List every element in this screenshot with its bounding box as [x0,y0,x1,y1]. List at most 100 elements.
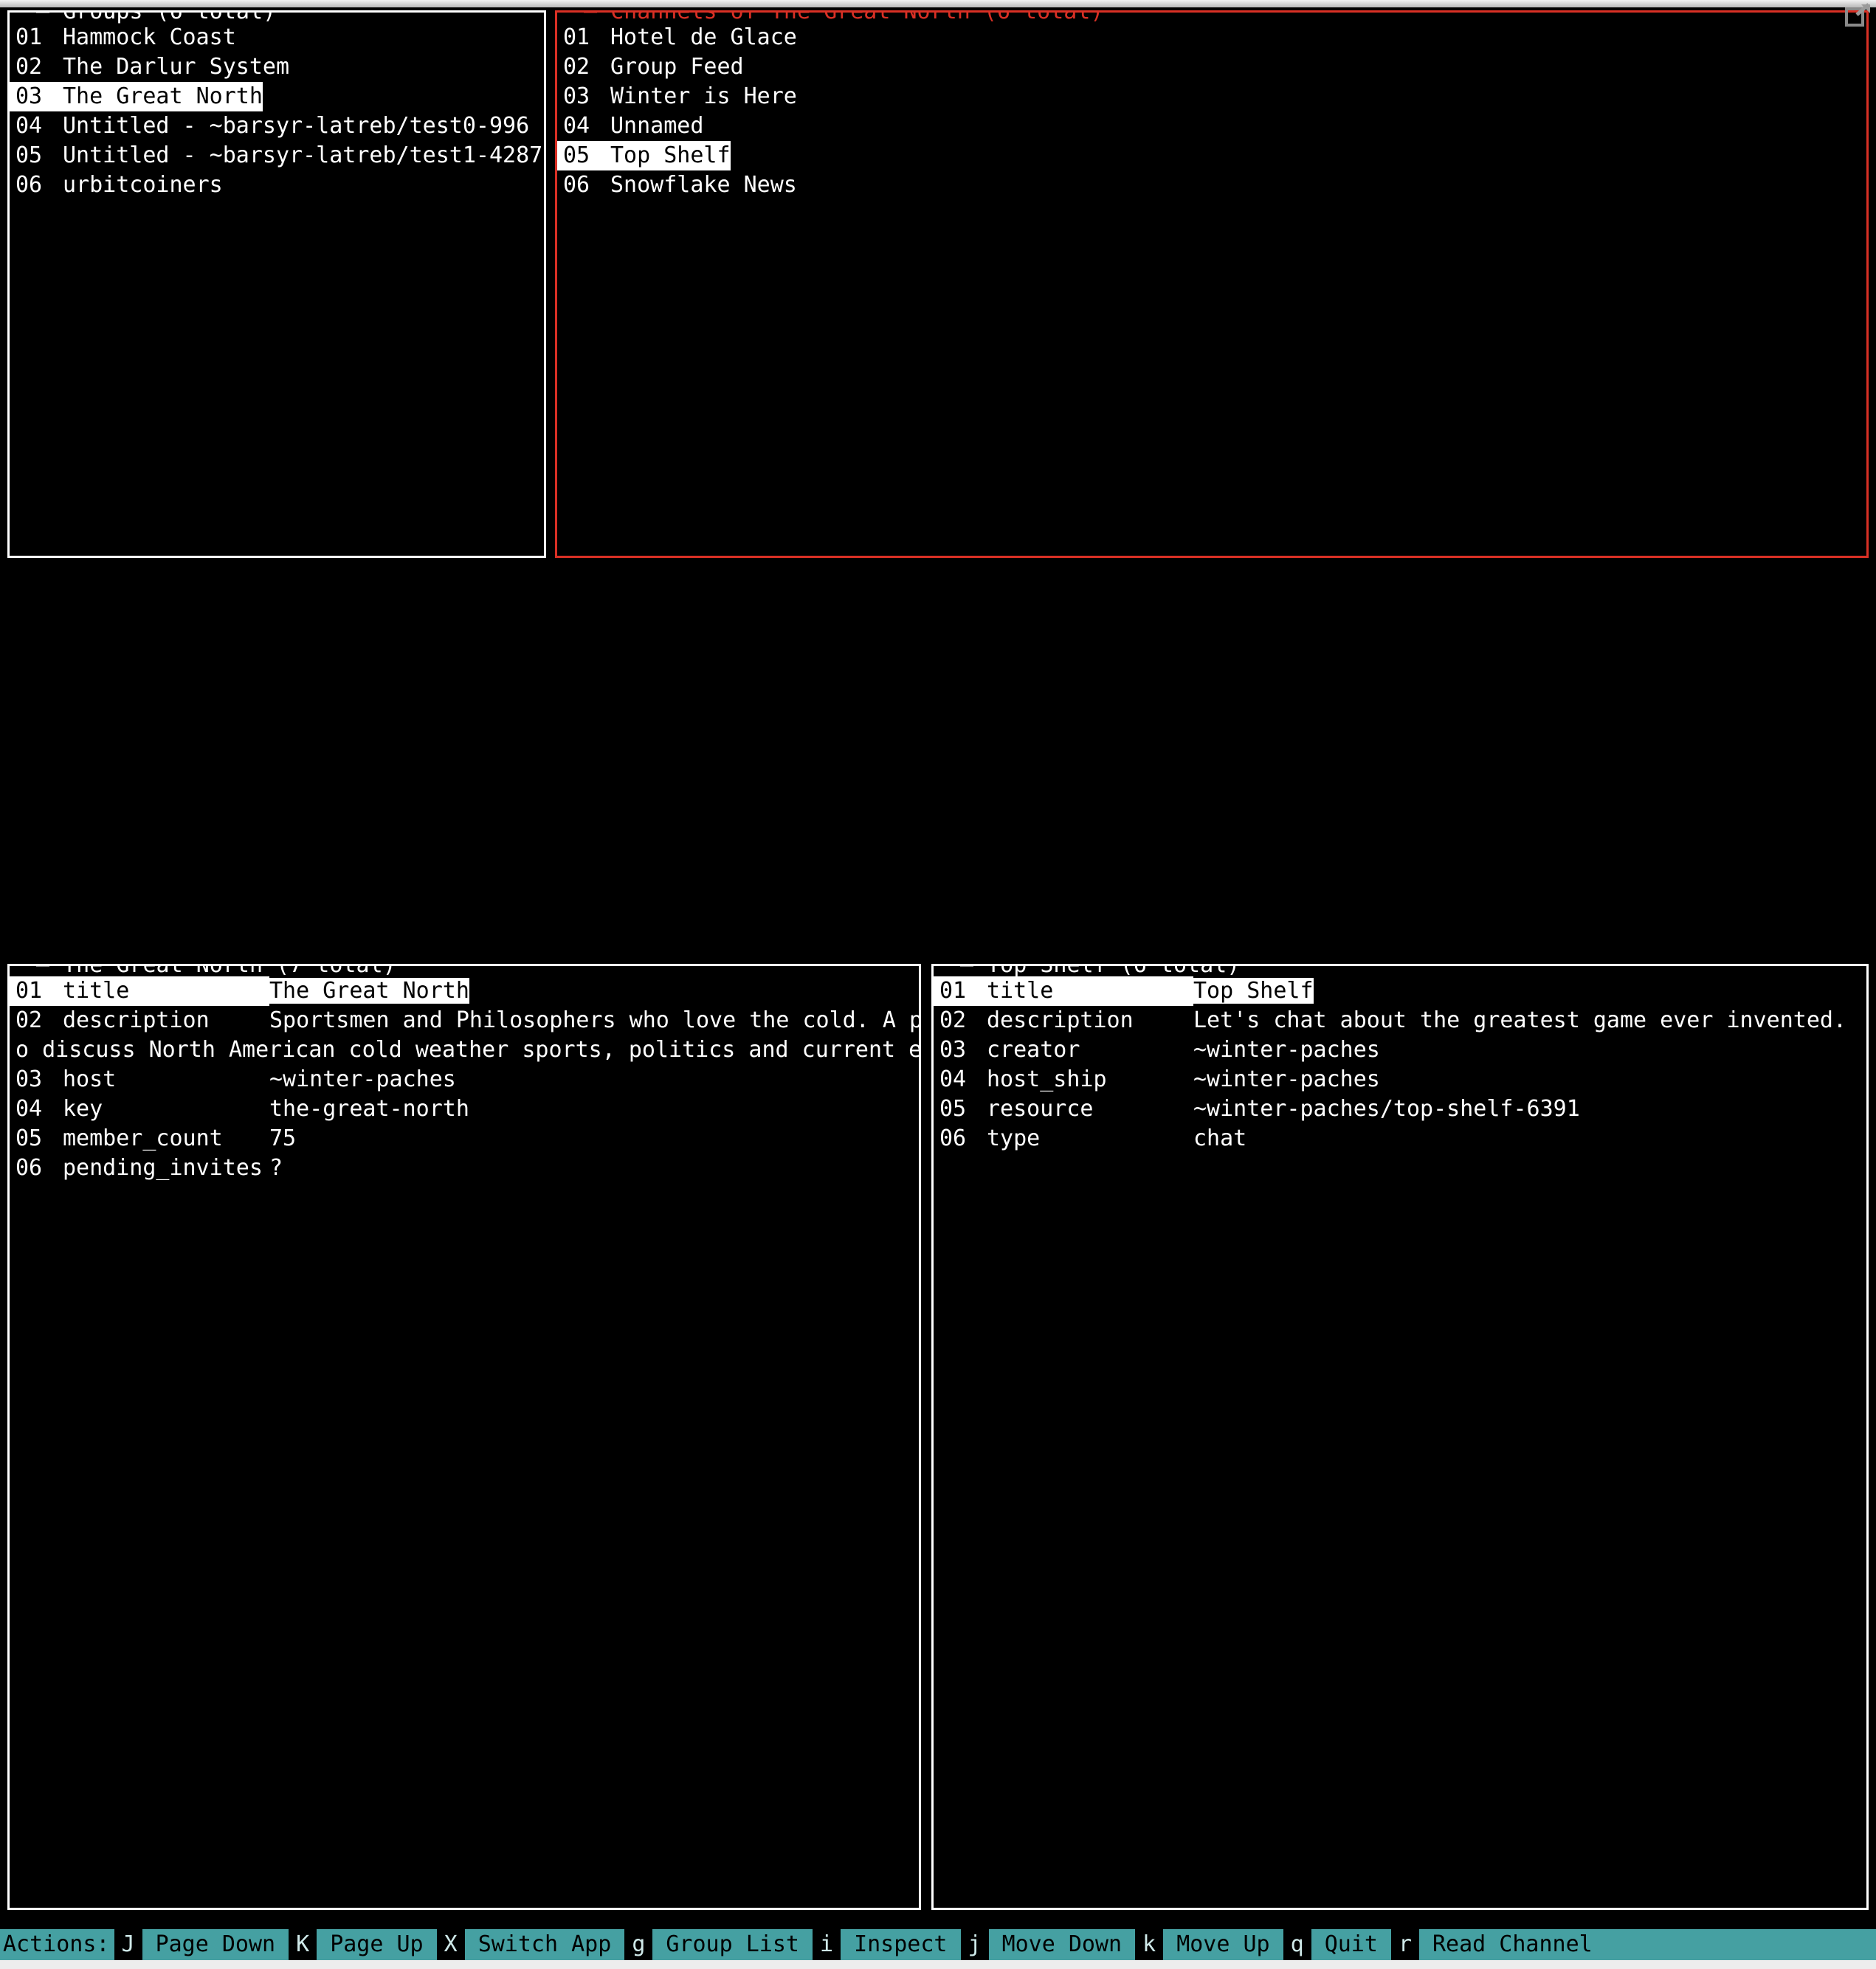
row-index: 06 [563,172,590,198]
group-detail-list[interactable]: 01 title The Great North 02 description Sport… [10,976,919,1908]
action-key-page-down[interactable]: J [114,1929,142,1960]
window-top-chrome [0,0,1876,7]
row-label: Top Shelf [610,141,731,170]
action-key-move-down[interactable]: j [960,1929,989,1960]
channel-detail-row-0[interactable]: 01 title Top Shelf [934,976,1866,1006]
channel-detail-list[interactable]: 01 title Top Shelf 02 description Let's chat … [934,976,1866,1908]
action-key-move-up[interactable]: k [1135,1929,1164,1960]
row-index: 04 [15,113,43,139]
row-index: 03 [10,82,63,111]
row-key: key [63,1096,103,1122]
row-label: urbitcoiners [63,172,223,198]
row-value-text: Top Shelf [1193,978,1314,1004]
row-label: Hotel de Glace [610,24,797,50]
action-label-inspect[interactable]: Inspect [841,1929,961,1960]
group-detail-row-0[interactable]: 01 title The Great North [10,976,919,1006]
group-detail-panel[interactable]: The Great North (7 total) 01titleThe Gre… [7,964,921,1910]
channel-list-item-5[interactable]: 06 Snowflake News [557,170,1866,200]
row-index: 03 [15,1066,43,1092]
row-key: member_count [63,1125,223,1151]
row-label: The Great North [63,82,263,111]
group-list-item-0[interactable]: 01 Hammock Coast [10,23,544,52]
action-label-page-down[interactable]: Page Down [142,1929,289,1960]
row-index: 04 [563,113,590,139]
row-index: 01 [934,976,987,1006]
row-label: Unnamed [610,113,704,139]
action-label-read-channel[interactable]: Read Channel [1419,1929,1606,1960]
row-value-text: the-great-north [269,1096,469,1122]
row-index: 06 [939,1125,967,1151]
channel-detail-row-2[interactable]: 03 creator ~winter-paches [934,1035,1866,1065]
row-index: 04 [939,1066,967,1092]
row-value: Sportsmen and Philosophers who love the … [269,1006,919,1035]
row-value: ~winter-paches [1193,1035,1866,1065]
action-key-inspect[interactable]: i [813,1929,841,1960]
row-label: Untitled - ~barsyr-latreb/test1-4287 [63,142,543,168]
group-list-item-1[interactable]: 02 The Darlur System [10,52,544,82]
terminal-app-window: Groups (6 total) 01Hammock Coast02The Da… [0,0,1876,1969]
group-list-item-2[interactable]: 03 The Great North [10,82,544,111]
groups-list[interactable]: 01 Hammock Coast 02 The Darlur System 03 The … [10,23,544,556]
edit-external-icon[interactable] [1841,1,1873,31]
channels-panel[interactable]: Channels of The Great North (6 total) 01… [555,10,1869,558]
group-detail-row-1[interactable]: 02 description Sportsmen and Philosophers … [10,1006,919,1035]
row-key: description [63,1007,210,1033]
group-detail-row-5[interactable]: 06 pending_invites? [10,1154,919,1183]
group-detail-row-2[interactable]: 03 host ~winter-paches [10,1065,919,1094]
row-index: 03 [563,83,590,109]
channel-list-item-1[interactable]: 02 Group Feed [557,52,1866,82]
row-key: host [63,1066,117,1092]
row-value: ~winter-paches/top-shelf-6391 [1193,1094,1866,1124]
action-label-move-down[interactable]: Move Down [988,1929,1136,1960]
group-detail-row-3[interactable]: 04 key the-great-north [10,1094,919,1124]
action-label-switch-app[interactable]: Switch App [464,1929,625,1960]
row-index: 02 [15,1007,43,1033]
channel-detail-panel[interactable]: Top Shelf (6 total) 01titleTop Shelf02de… [931,964,1869,1910]
channel-list-item-4[interactable]: 05 Top Shelf [557,141,1866,170]
action-key-quit[interactable]: q [1283,1929,1311,1960]
action-key-page-up[interactable]: K [289,1929,317,1960]
row-value-text: 75 [269,1125,297,1151]
action-key-group-list[interactable]: g [624,1929,653,1960]
row-key: creator [987,1037,1080,1063]
action-label-move-up[interactable]: Move Up [1163,1929,1283,1960]
channel-list-item-3[interactable]: 04 Unnamed [557,111,1866,141]
row-index: 05 [15,1125,43,1151]
row-label: Snowflake News [610,172,797,198]
channels-list[interactable]: 01 Hotel de Glace 02 Group Feed 03 Winter is … [557,23,1866,556]
row-value-text: chat [1193,1125,1247,1151]
row-index: 02 [15,54,43,80]
channel-list-item-2[interactable]: 03 Winter is Here [557,82,1866,111]
group-list-item-5[interactable]: 06 urbitcoiners [10,170,544,200]
row-value: 75 [269,1124,919,1154]
action-label-quit[interactable]: Quit [1311,1929,1391,1960]
row-value-text: Sportsmen and Philosophers who love the … [269,1007,919,1033]
row-key: title [987,976,1193,1006]
action-bar: Actions: J Page Down K Page Up X Switch App g G… [0,1929,1876,1960]
row-key: description [987,1007,1134,1033]
row-index: 01 [563,24,590,50]
row-index: 02 [563,54,590,80]
groups-panel[interactable]: Groups (6 total) 01Hammock Coast02The Da… [7,10,546,558]
action-key-read-channel[interactable]: r [1390,1929,1419,1960]
group-detail-row-1-wrap: o discuss North American cold weather sp… [15,1037,921,1063]
channel-detail-row-3[interactable]: 04 host_ship ~winter-paches [934,1065,1866,1094]
action-label-page-up[interactable]: Page Up [317,1929,437,1960]
channel-list-item-0[interactable]: 01 Hotel de Glace [557,23,1866,52]
window-bottom-chrome [0,1960,1876,1969]
channel-detail-row-4[interactable]: 05 resource ~winter-paches/top-shelf-6391 [934,1094,1866,1124]
row-label: The Darlur System [63,54,290,80]
action-key-switch-app[interactable]: X [436,1929,465,1960]
row-value: ~winter-paches [269,1065,919,1094]
action-label-group-list[interactable]: Group List [652,1929,813,1960]
channel-detail-row-1[interactable]: 02 description Let's chat about the greate… [934,1006,1866,1035]
channel-detail-row-5[interactable]: 06 type chat [934,1124,1866,1154]
row-index: 01 [15,24,43,50]
group-detail-row-4[interactable]: 05 member_count 75 [10,1124,919,1154]
group-list-item-4[interactable]: 05 Untitled - ~barsyr-latreb/test1-4287 [10,141,544,170]
row-value: Top Shelf [1193,976,1866,1006]
group-list-item-3[interactable]: 04 Untitled - ~barsyr-latreb/test0-996 [10,111,544,141]
row-value-text: ~winter-paches [1193,1037,1380,1063]
actions-label: Actions: [3,1931,110,1957]
row-index: 06 [15,172,43,198]
